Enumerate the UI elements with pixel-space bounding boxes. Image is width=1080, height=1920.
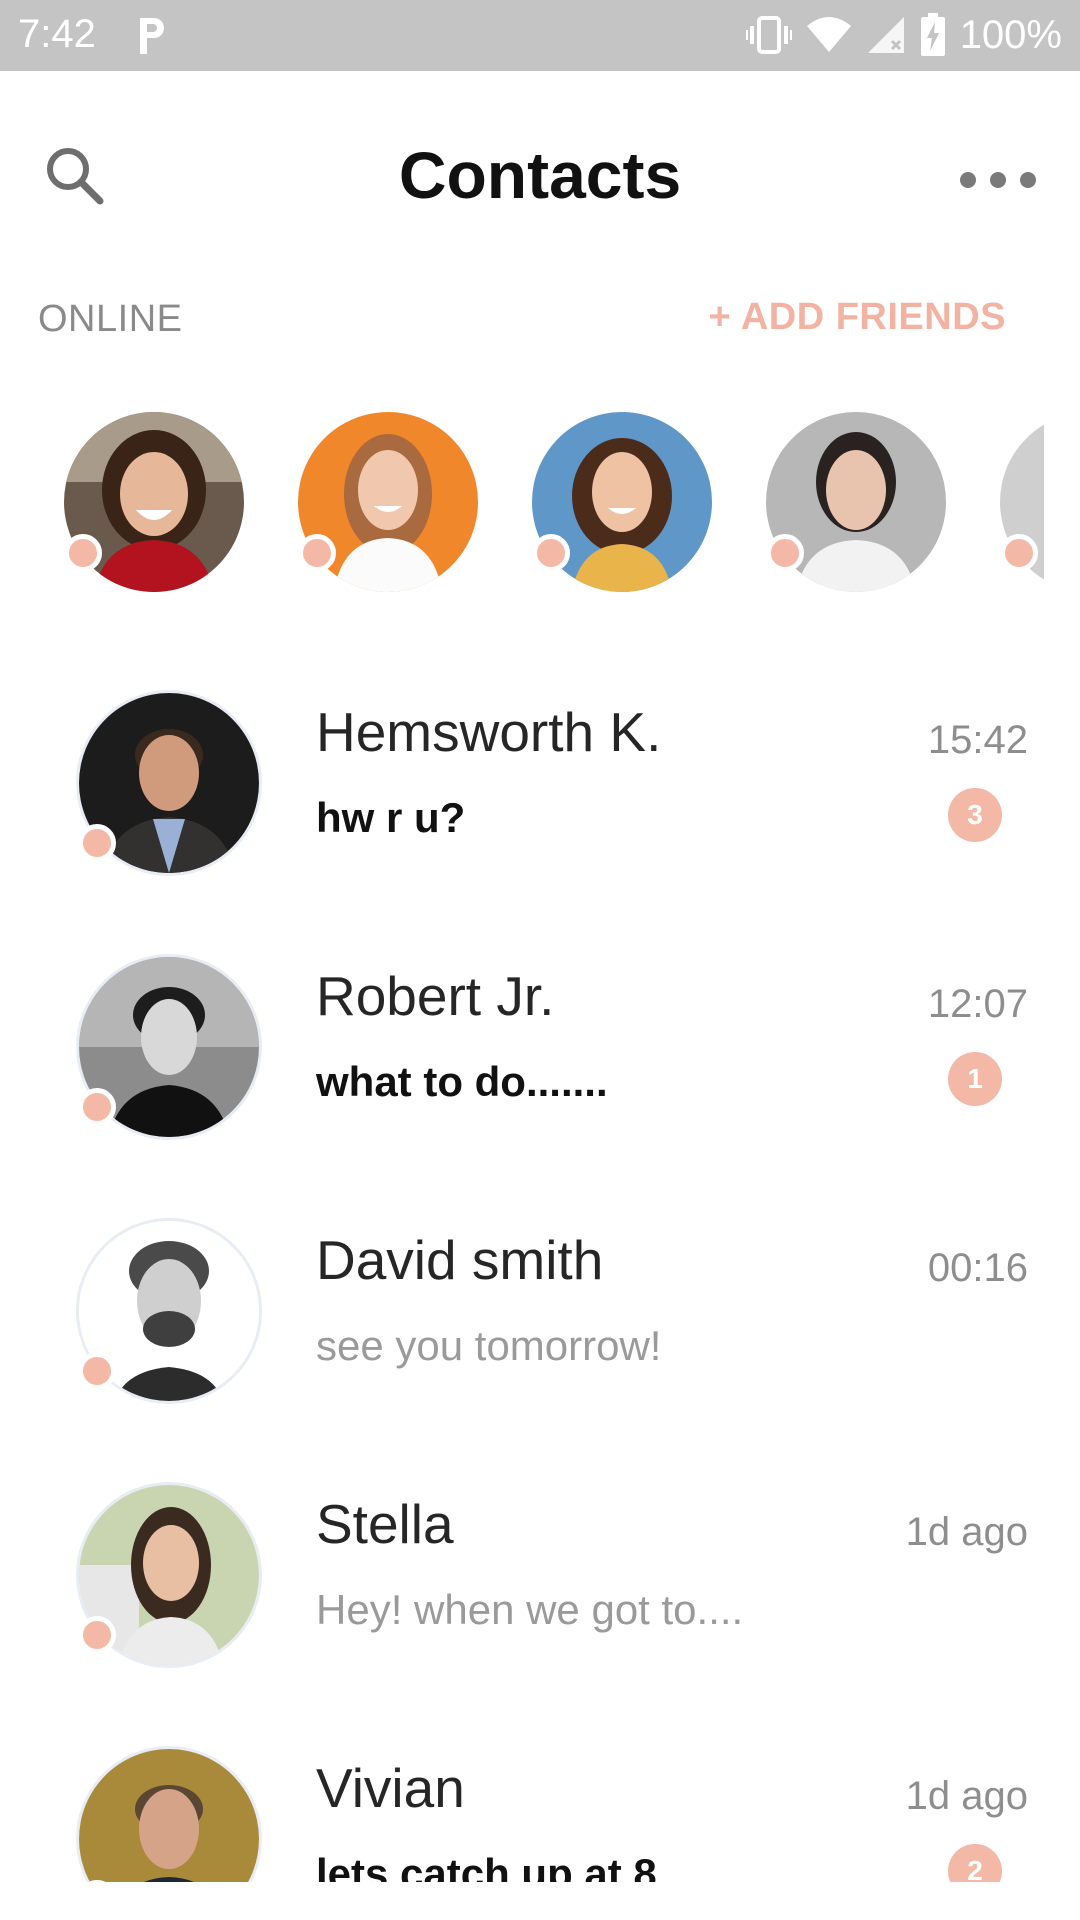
avatar [76, 1746, 262, 1882]
online-indicator [532, 534, 570, 572]
add-friends-button[interactable]: + ADD FRIENDS [708, 296, 1006, 339]
header: Contacts [0, 71, 1080, 281]
last-message: see you tomorrow! [316, 1322, 662, 1369]
online-indicator [298, 534, 336, 572]
last-message: Hey! when we got to.... [316, 1586, 744, 1633]
conversation-item[interactable]: Vivian lets catch up at 8 1d ago 2 [0, 1746, 1080, 1882]
online-contacts-strip[interactable] [0, 410, 1044, 600]
conversation-list[interactable]: Hemsworth K. hw r u? 15:42 3 Robert Jr. … [0, 690, 1080, 1882]
message-time: 12:07 [927, 982, 1028, 1026]
conversation-item[interactable]: Hemsworth K. hw r u? 15:42 3 [0, 690, 1080, 930]
online-indicator [78, 1616, 116, 1654]
status-bar: 7:42 100% [0, 0, 1080, 71]
last-message: lets catch up at 8 [316, 1850, 657, 1882]
conversation-item[interactable]: David smith see you tomorrow! 00:16 [0, 1218, 1080, 1458]
contact-name: Hemsworth K. [316, 701, 662, 763]
battery-percent: 100% [959, 12, 1062, 57]
unread-badge: 1 [948, 1052, 1002, 1106]
status-icons: 100% [745, 10, 1062, 60]
conversation-item[interactable]: Stella Hey! when we got to.... 1d ago [0, 1482, 1080, 1722]
vibrate-icon [745, 16, 792, 54]
last-message: hw r u? [316, 794, 466, 841]
online-section-label: ONLINE [38, 298, 183, 340]
online-indicator [78, 1352, 116, 1390]
p-app-icon [140, 18, 164, 54]
status-time: 7:42 [18, 12, 96, 56]
battery-charging-icon [920, 13, 945, 56]
conversation-item[interactable]: Robert Jr. what to do....... 12:07 1 [0, 954, 1080, 1194]
message-time: 1d ago [905, 1510, 1028, 1554]
contact-name: David smith [316, 1229, 604, 1291]
online-indicator [64, 534, 102, 572]
more-options-button[interactable] [960, 165, 1036, 195]
online-indicator [78, 1088, 116, 1126]
contact-name: Robert Jr. [316, 965, 555, 1027]
online-indicator [78, 824, 116, 862]
last-message: what to do....... [316, 1058, 608, 1105]
unread-badge: 2 [948, 1844, 1002, 1882]
unread-badge: 3 [948, 788, 1002, 842]
signal-icon [867, 17, 904, 53]
contact-name: Vivian [316, 1757, 465, 1819]
more-icon [960, 172, 976, 188]
online-indicator [766, 534, 804, 572]
message-time: 1d ago [905, 1774, 1028, 1818]
message-time: 15:42 [927, 718, 1028, 762]
contact-name: Stella [316, 1493, 454, 1555]
message-time: 00:16 [927, 1246, 1028, 1290]
page-title: Contacts [398, 138, 682, 212]
wifi-icon [806, 17, 851, 52]
online-indicator [1000, 534, 1038, 572]
